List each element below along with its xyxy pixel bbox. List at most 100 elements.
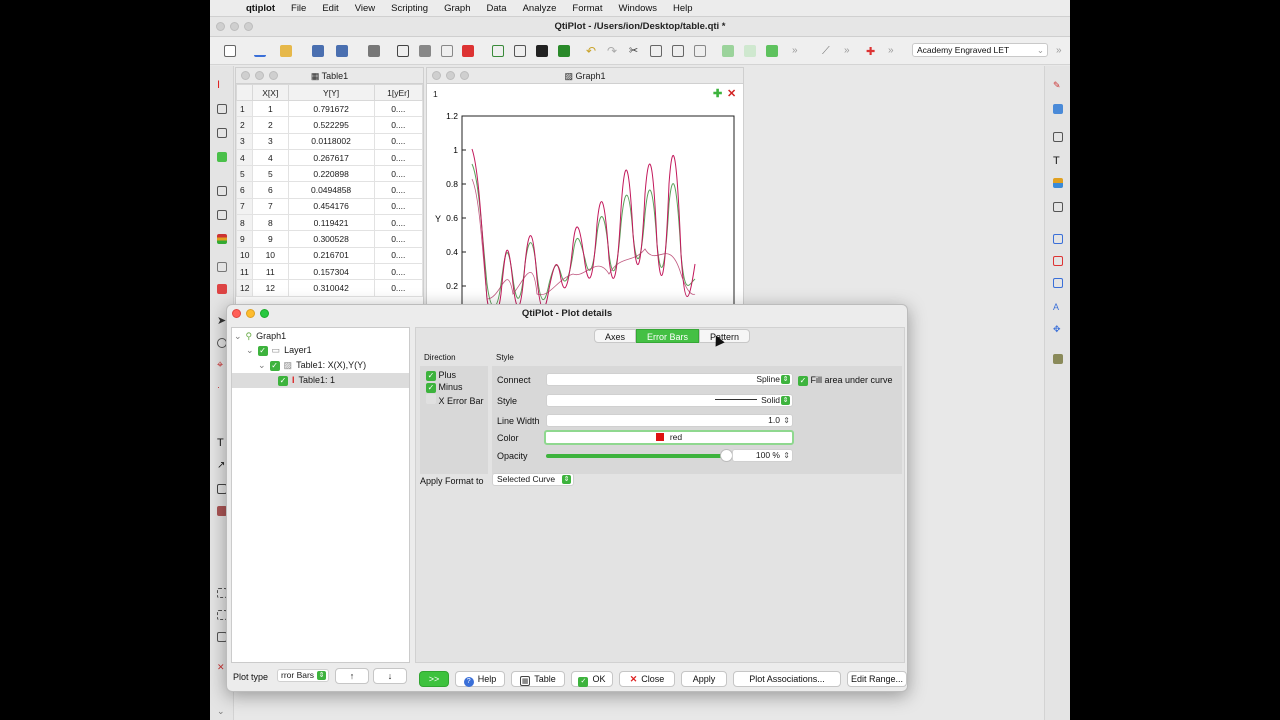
table-row[interactable]: 7 7 0.454176 0....: [236, 197, 424, 216]
opacity-spinbox[interactable]: 100 % ⇕: [732, 449, 793, 462]
table-cell[interactable]: 0....: [373, 165, 424, 183]
table-cell[interactable]: 0.157304: [287, 262, 375, 281]
layer-tool-icon[interactable]: [1053, 104, 1063, 114]
remove-column-icon[interactable]: [744, 45, 756, 57]
left-toolbar-overflow-icon[interactable]: ⌄: [217, 706, 227, 716]
tree-item-layer1[interactable]: ⌄ ✓ ▭ Layer1: [246, 343, 312, 358]
format-tool-icon[interactable]: ✎: [1053, 80, 1063, 90]
table-cell[interactable]: 2: [252, 116, 289, 134]
table-cell[interactable]: 7: [252, 197, 289, 216]
menu-format[interactable]: Format: [564, 3, 610, 14]
table-cell[interactable]: 0....: [373, 116, 424, 134]
table-row[interactable]: 2 2 0.522295 0....: [236, 116, 424, 134]
move-up-button[interactable]: ↑: [335, 668, 369, 684]
copy-icon[interactable]: [650, 45, 662, 57]
save-icon[interactable]: [312, 45, 324, 57]
table-cell[interactable]: 0....: [373, 99, 424, 118]
table-cell[interactable]: 9: [252, 230, 289, 248]
fill-area-option[interactable]: ✓ Fill area under curve: [798, 375, 893, 386]
console-icon[interactable]: [536, 45, 548, 57]
table-row[interactable]: 6 6 0.0494858 0....: [236, 181, 424, 199]
more-chevron-icon[interactable]: »: [792, 45, 804, 57]
3d-animate-icon[interactable]: [1053, 354, 1063, 364]
opacity-slider[interactable]: [546, 449, 733, 462]
save-as-icon[interactable]: [336, 45, 348, 57]
set-xy-icon[interactable]: [766, 45, 778, 57]
connect-select[interactable]: Spline ⇕: [546, 373, 793, 386]
line-tool-icon[interactable]: ⟋: [822, 45, 834, 57]
curve-checkbox[interactable]: ✓: [269, 360, 280, 371]
format-page-icon[interactable]: [1053, 132, 1063, 142]
column-header[interactable]: Y[Y]: [287, 84, 375, 101]
table-cell[interactable]: 0....: [373, 214, 424, 232]
add-column-icon[interactable]: [722, 45, 734, 57]
chevron-down-icon[interactable]: ⌄: [258, 358, 266, 373]
text-format-icon[interactable]: T: [1053, 156, 1063, 167]
table-cell[interactable]: 0.0494858: [287, 181, 375, 199]
table-cell[interactable]: 0....: [373, 230, 424, 248]
spin-arrows-icon[interactable]: ⇕: [783, 450, 790, 461]
menu-edit[interactable]: Edit: [314, 3, 346, 14]
table-cell[interactable]: 0....: [373, 197, 424, 216]
table-cell[interactable]: 8: [252, 214, 289, 232]
color-bars-icon[interactable]: [217, 234, 227, 244]
table-cell[interactable]: 0.216701: [287, 246, 375, 264]
app-menu[interactable]: qtiplot: [238, 3, 283, 14]
table-cell[interactable]: 0....: [373, 246, 424, 264]
open-folder-icon[interactable]: [280, 45, 292, 57]
move-down-button[interactable]: ↓: [373, 668, 407, 684]
more-chevron3-icon[interactable]: »: [888, 45, 900, 57]
table-cell[interactable]: 5: [252, 165, 289, 183]
table-row[interactable]: 12 12 0.310042 0....: [236, 279, 424, 297]
table-cell[interactable]: 0.791672: [287, 99, 375, 118]
tab-pattern[interactable]: Pattern: [699, 329, 751, 343]
3d-box-icon[interactable]: [1053, 234, 1063, 244]
clear-icon[interactable]: [694, 45, 706, 57]
plot-associations-button[interactable]: Plot Associations...: [733, 671, 841, 687]
table-cell[interactable]: 0....: [373, 279, 424, 297]
tab-axes[interactable]: Axes: [594, 329, 637, 343]
table-cell[interactable]: 0....: [373, 181, 424, 199]
table-row[interactable]: 10 10 0.216701 0....: [236, 246, 424, 264]
table1-window-controls[interactable]: [241, 71, 278, 80]
apply-button[interactable]: Apply: [681, 671, 727, 687]
graph-plot[interactable]: 1.2 1 0.8 0.6 0.4 0.2 Y: [427, 84, 745, 312]
x-error-bar-option[interactable]: X Error Bar: [426, 394, 484, 406]
table-icon[interactable]: [397, 45, 409, 57]
redo-icon[interactable]: ↷: [607, 45, 619, 57]
table-cell[interactable]: 0.220898: [287, 165, 375, 183]
results-log-icon[interactable]: [514, 45, 526, 57]
menu-scripting[interactable]: Scripting: [383, 3, 436, 14]
plot-tool-5-icon[interactable]: [217, 210, 227, 220]
script-window-icon[interactable]: [558, 45, 570, 57]
table-row[interactable]: 3 3 0.0118002 0....: [236, 132, 424, 150]
table-cell[interactable]: 0....: [373, 132, 424, 150]
print-preview-icon[interactable]: [441, 45, 453, 57]
line-style-select[interactable]: Solid ⇕: [546, 394, 793, 407]
3d-axes-icon[interactable]: [1053, 278, 1063, 288]
more-chevron2-icon[interactable]: »: [844, 45, 856, 57]
graph1-window[interactable]: ▨ Graph1 1 ✚ ✕ 1.2 1 0.8 0.6 0.4 0.2 Y: [426, 67, 744, 312]
import-data-icon[interactable]: [368, 45, 380, 57]
new-plot-icon[interactable]: [254, 45, 266, 57]
table-row[interactable]: 11 11 0.157304 0....: [236, 262, 424, 281]
table-cell[interactable]: 0.0118002: [287, 132, 375, 150]
table-cell[interactable]: 0.454176: [287, 197, 375, 216]
menu-data[interactable]: Data: [479, 3, 515, 14]
column-header[interactable]: 1[yEr]: [373, 84, 424, 101]
dialog-window-controls[interactable]: [232, 309, 269, 318]
ok-button[interactable]: ✓ OK: [571, 671, 613, 687]
window-controls[interactable]: [216, 22, 253, 31]
table-cell[interactable]: 4: [252, 148, 289, 167]
table1-window[interactable]: ▦ Table1 X[X] Y[Y] 1[yEr] 1 1 0.791672 0...…: [235, 67, 424, 312]
project-explorer-icon[interactable]: [492, 45, 504, 57]
menu-analyze[interactable]: Analyze: [515, 3, 565, 14]
table-cell[interactable]: 0....: [373, 262, 424, 281]
minus-checkbox[interactable]: ✓: [426, 383, 436, 393]
spin-arrows-icon[interactable]: ⇕: [783, 415, 790, 426]
table-button[interactable]: ▦ Table: [511, 671, 565, 687]
menu-graph[interactable]: Graph: [436, 3, 478, 14]
menu-help[interactable]: Help: [665, 3, 701, 14]
line-colors-icon[interactable]: [1053, 178, 1063, 188]
table-cell[interactable]: 6: [252, 181, 289, 199]
